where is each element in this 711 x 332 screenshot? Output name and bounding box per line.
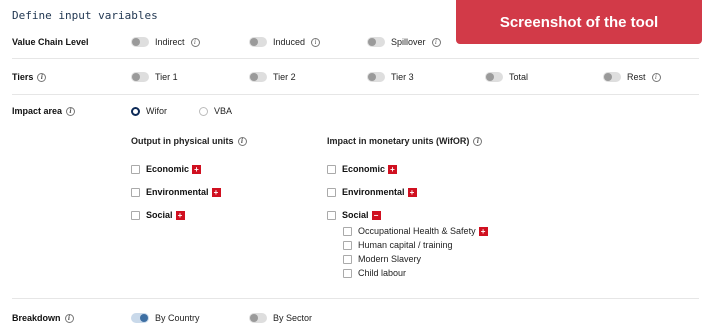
breakdown-label: Breakdown i bbox=[12, 313, 74, 323]
radio-button[interactable] bbox=[199, 106, 208, 116]
info-circle-icon[interactable]: i bbox=[431, 37, 441, 47]
toggle-switch[interactable] bbox=[131, 37, 149, 47]
toggle-induced[interactable]: Induced i bbox=[249, 37, 321, 47]
toggle-rest[interactable]: Rest i bbox=[603, 72, 661, 82]
social-sub-child-labour[interactable]: Child labour bbox=[343, 268, 406, 278]
toggle-total[interactable]: Total bbox=[485, 72, 528, 82]
impact-area-label-text: Impact area bbox=[12, 106, 63, 116]
checkbox-label: Child labour bbox=[358, 268, 407, 278]
toggle-label: Tier 3 bbox=[391, 72, 414, 82]
toggle-label: Indirect bbox=[155, 37, 185, 47]
monetary-units-heading: Impact in monetary units (WifOR) i bbox=[327, 136, 483, 146]
radio-button[interactable] bbox=[131, 106, 140, 116]
info-circle-icon[interactable]: i bbox=[190, 37, 200, 47]
monetary-environmental[interactable]: Environmental + bbox=[327, 187, 417, 197]
info-circle-icon[interactable]: i bbox=[64, 313, 74, 323]
toggle-label: Tier 1 bbox=[155, 72, 178, 82]
checkbox[interactable] bbox=[343, 240, 352, 250]
info-circle-icon[interactable]: i bbox=[311, 37, 321, 47]
checkbox[interactable] bbox=[343, 268, 352, 278]
toggle-switch[interactable] bbox=[131, 313, 149, 323]
checkbox[interactable] bbox=[131, 187, 140, 197]
toggle-tier-3[interactable]: Tier 3 bbox=[367, 72, 414, 82]
checkbox-label: Economic bbox=[146, 164, 190, 174]
toggle-label: By Country bbox=[155, 313, 200, 323]
breakdown-label-text: Breakdown bbox=[12, 313, 61, 323]
checkbox[interactable] bbox=[343, 254, 352, 264]
checkbox[interactable] bbox=[327, 187, 336, 197]
tiers-label: Tiers i bbox=[12, 72, 47, 82]
checkbox-label: Environmental bbox=[342, 187, 405, 197]
plus-square-icon[interactable]: + bbox=[211, 187, 221, 197]
toggle-switch[interactable] bbox=[485, 72, 503, 82]
toggle-label: Tier 2 bbox=[273, 72, 296, 82]
toggle-label: Total bbox=[509, 72, 529, 82]
minus-square-icon[interactable]: − bbox=[371, 210, 381, 220]
checkbox-label: Occupational Health & Safety bbox=[358, 226, 476, 236]
checkbox[interactable] bbox=[327, 210, 336, 220]
toggle-switch[interactable] bbox=[249, 37, 267, 47]
divider bbox=[12, 58, 699, 59]
checkbox-label: Social bbox=[342, 210, 369, 220]
toggle-label: By Sector bbox=[273, 313, 313, 323]
page-title: Define input variables bbox=[12, 9, 158, 22]
plus-square-icon[interactable]: + bbox=[478, 226, 488, 236]
physical-units-heading-text: Output in physical units bbox=[131, 136, 234, 146]
monetary-units-heading-text: Impact in monetary units (WifOR) bbox=[327, 136, 470, 146]
tiers-label-text: Tiers bbox=[12, 72, 34, 82]
checkbox[interactable] bbox=[131, 164, 140, 174]
toggle-switch[interactable] bbox=[249, 313, 267, 323]
toggle-by-sector[interactable]: By Sector bbox=[249, 313, 312, 323]
info-circle-icon[interactable]: i bbox=[237, 136, 247, 146]
radio-label: VBA bbox=[214, 106, 233, 116]
radio-vba[interactable]: VBA bbox=[199, 106, 232, 116]
toggle-switch[interactable] bbox=[603, 72, 621, 82]
toggle-switch[interactable] bbox=[249, 72, 267, 82]
checkbox-label: Economic bbox=[342, 164, 386, 174]
monetary-social[interactable]: Social − bbox=[327, 210, 381, 220]
toggle-switch[interactable] bbox=[131, 72, 149, 82]
toggle-spillover[interactable]: Spillover i bbox=[367, 37, 441, 47]
physical-social[interactable]: Social + bbox=[131, 210, 185, 220]
plus-square-icon[interactable]: + bbox=[175, 210, 185, 220]
divider bbox=[12, 298, 699, 299]
checkbox[interactable] bbox=[131, 210, 140, 220]
value-chain-label: Value Chain Level bbox=[12, 37, 89, 47]
toggle-by-country[interactable]: By Country bbox=[131, 313, 200, 323]
checkbox-label: Social bbox=[146, 210, 173, 220]
checkbox-label: Modern Slavery bbox=[358, 254, 422, 264]
social-sub-modern-slavery[interactable]: Modern Slavery bbox=[343, 254, 421, 264]
plus-square-icon[interactable]: + bbox=[388, 164, 398, 174]
toggle-tier-1[interactable]: Tier 1 bbox=[131, 72, 178, 82]
toggle-switch[interactable] bbox=[367, 37, 385, 47]
impact-area-label: Impact area i bbox=[12, 106, 76, 116]
radio-label: Wifor bbox=[146, 106, 167, 116]
checkbox[interactable] bbox=[327, 164, 336, 174]
info-circle-icon[interactable]: i bbox=[37, 72, 47, 82]
info-circle-icon[interactable]: i bbox=[651, 72, 661, 82]
toggle-label: Spillover bbox=[391, 37, 426, 47]
toggle-label: Induced bbox=[273, 37, 306, 47]
info-circle-icon[interactable]: i bbox=[66, 106, 76, 116]
physical-environmental[interactable]: Environmental + bbox=[131, 187, 221, 197]
toggle-indirect[interactable]: Indirect i bbox=[131, 37, 200, 47]
toggle-label: Rest bbox=[627, 72, 646, 82]
social-sub-human-capital[interactable]: Human capital / training bbox=[343, 240, 453, 250]
toggle-tier-2[interactable]: Tier 2 bbox=[249, 72, 296, 82]
screenshot-banner: Screenshot of the tool bbox=[456, 0, 702, 44]
checkbox-label: Human capital / training bbox=[358, 240, 453, 250]
checkbox-label: Environmental bbox=[146, 187, 209, 197]
info-circle-icon[interactable]: i bbox=[473, 136, 483, 146]
monetary-economic[interactable]: Economic + bbox=[327, 164, 398, 174]
radio-wifor[interactable]: Wifor bbox=[131, 106, 167, 116]
checkbox[interactable] bbox=[343, 226, 352, 236]
divider bbox=[12, 94, 699, 95]
plus-square-icon[interactable]: + bbox=[192, 164, 202, 174]
value-chain-label-text: Value Chain Level bbox=[12, 37, 89, 47]
physical-economic[interactable]: Economic + bbox=[131, 164, 202, 174]
toggle-switch[interactable] bbox=[367, 72, 385, 82]
social-sub-ohs[interactable]: Occupational Health & Safety + bbox=[343, 226, 488, 236]
physical-units-heading: Output in physical units i bbox=[131, 136, 247, 146]
plus-square-icon[interactable]: + bbox=[407, 187, 417, 197]
